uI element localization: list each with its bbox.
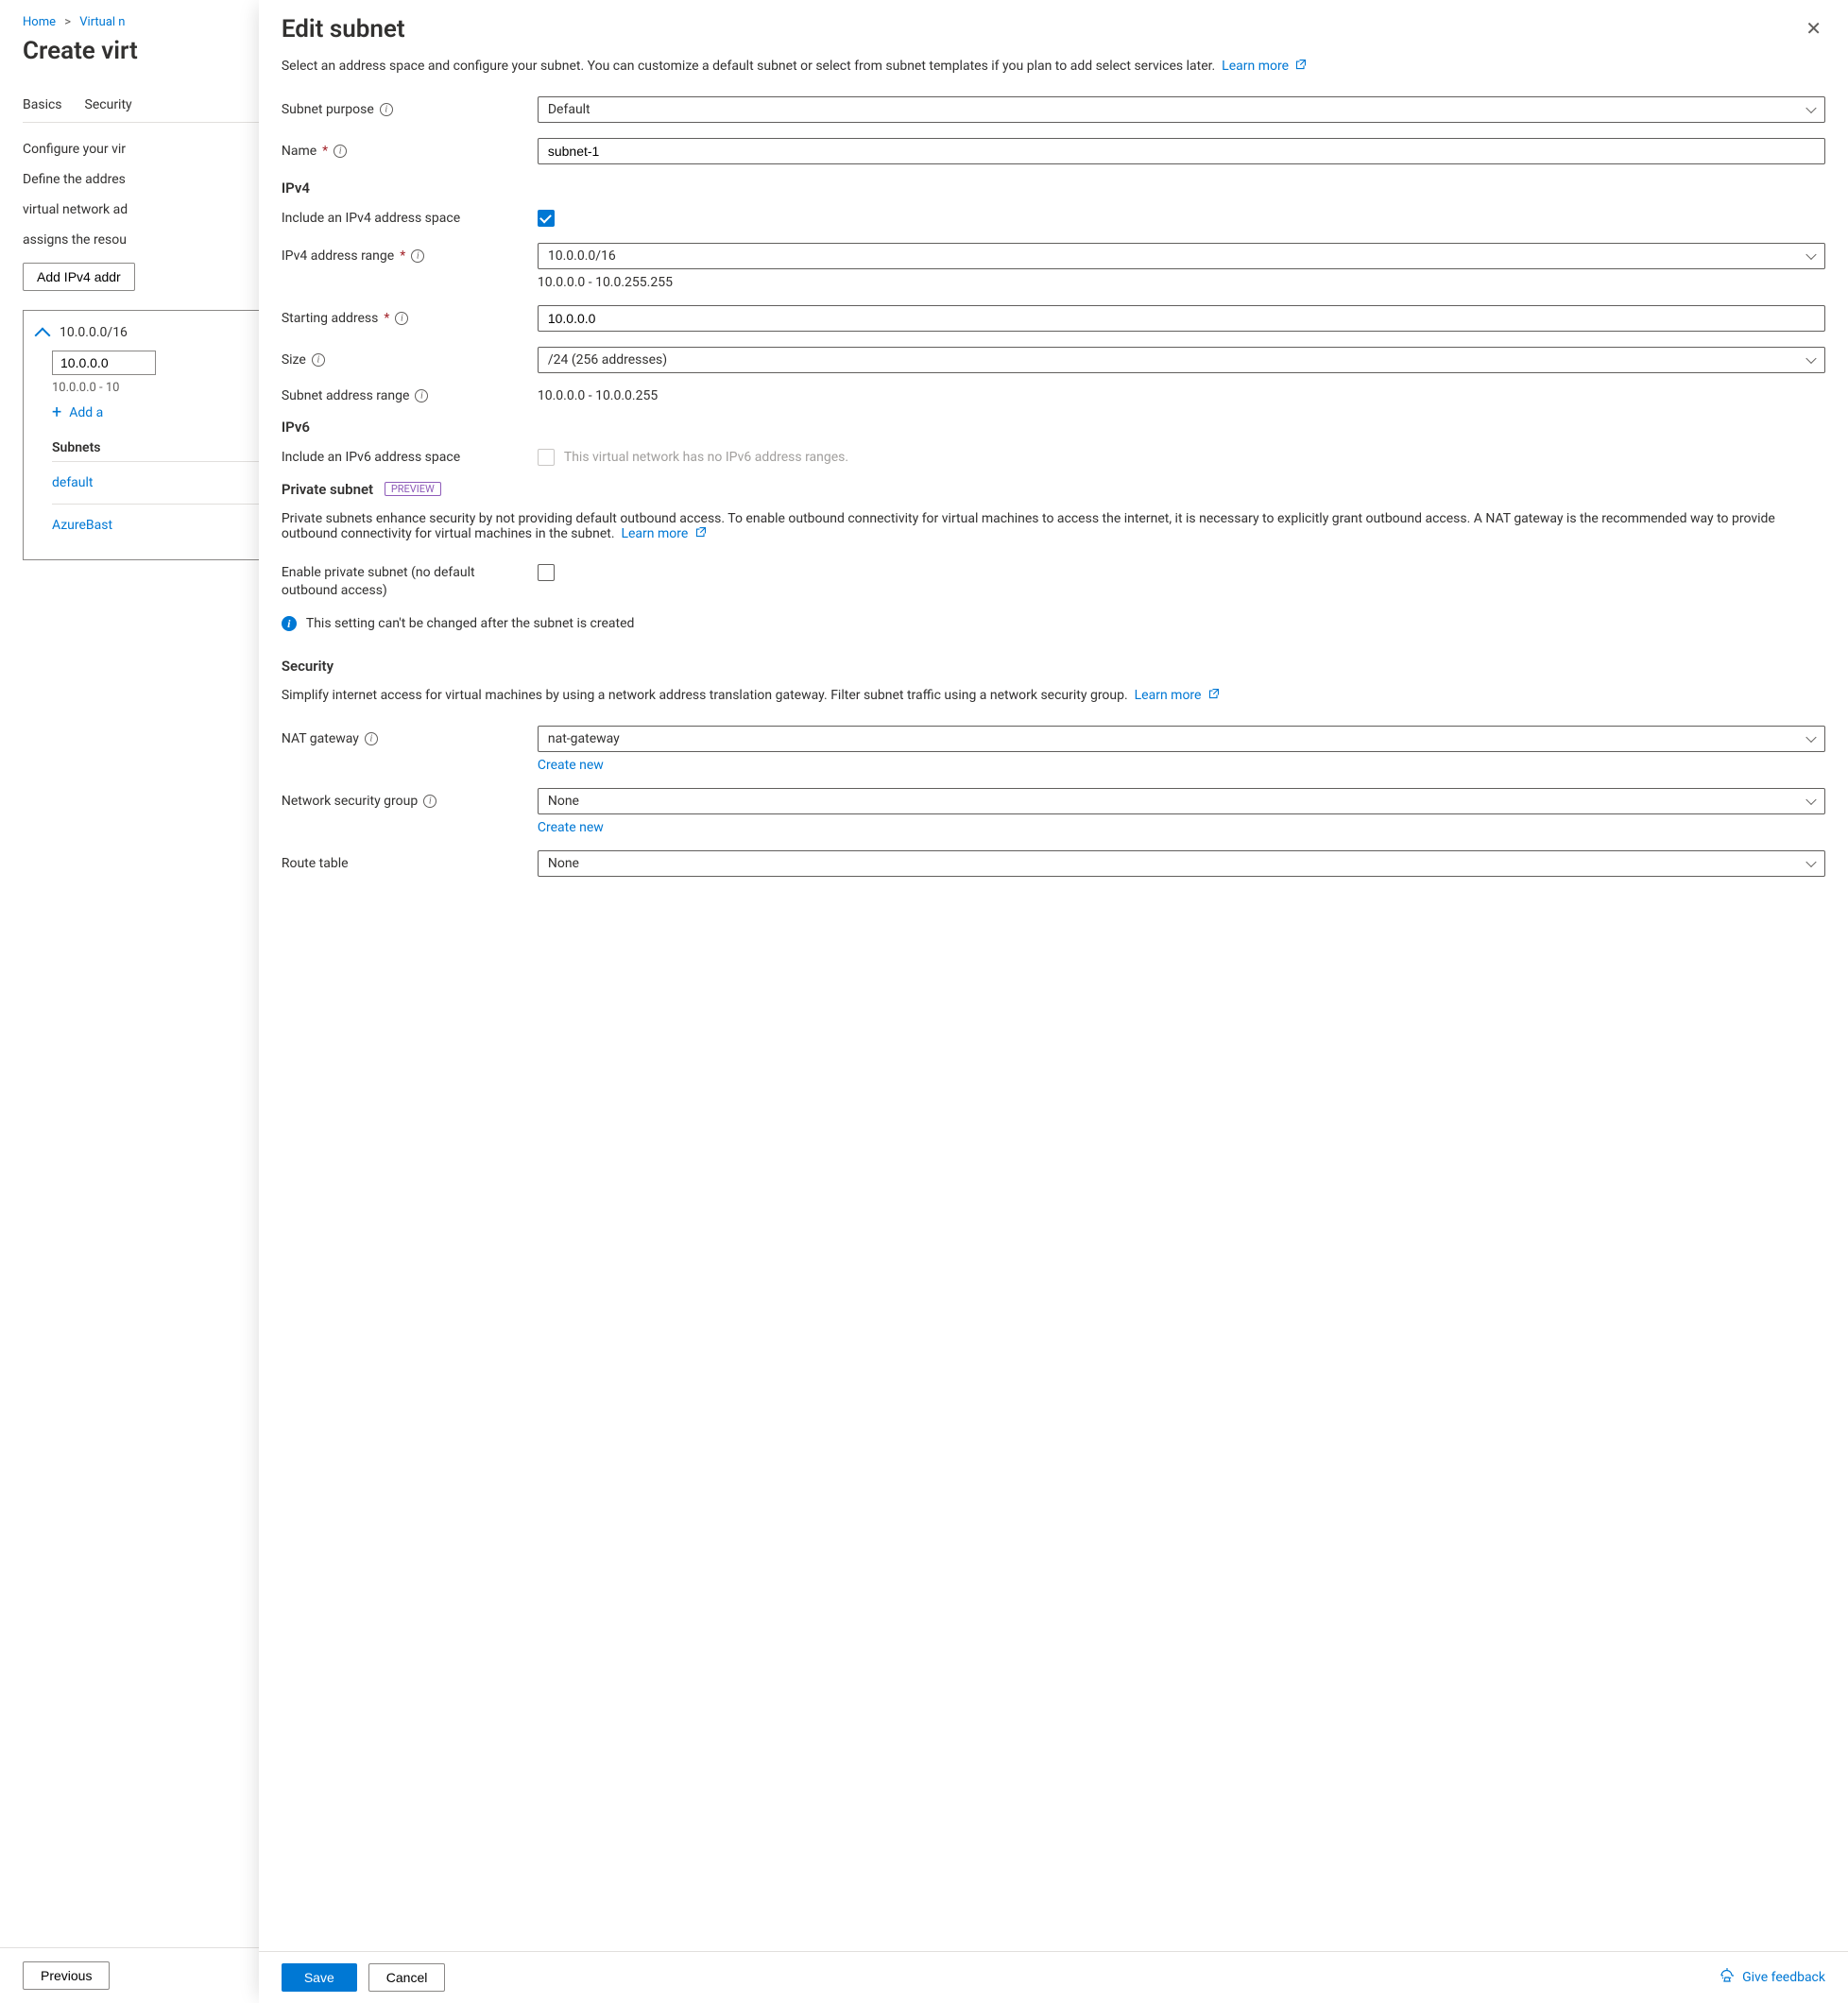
learn-more-link[interactable]: Learn more — [621, 526, 706, 541]
private-subnet-section-title: Private subnet PREVIEW — [282, 481, 1825, 498]
subnet-purpose-select[interactable]: Default — [538, 96, 1825, 123]
include-ipv4-label: Include an IPv4 address space — [282, 211, 460, 226]
info-icon[interactable] — [423, 795, 436, 808]
nat-create-new-link[interactable]: Create new — [538, 758, 604, 773]
enable-private-checkbox[interactable] — [538, 564, 555, 581]
subnet-purpose-label: Subnet purpose — [282, 102, 374, 117]
chevron-down-icon — [1805, 856, 1816, 866]
nsg-select[interactable]: None — [538, 788, 1825, 814]
include-ipv6-label: Include an IPv6 address space — [282, 450, 460, 465]
blade-title: Edit subnet — [282, 15, 405, 43]
info-icon[interactable] — [395, 312, 408, 325]
ipv6-section-title: IPv6 — [282, 419, 1825, 436]
ipv4-range-label: IPv4 address range — [282, 248, 394, 264]
preview-badge: PREVIEW — [385, 482, 441, 496]
breadcrumb-sep: > — [64, 15, 71, 29]
chevron-up-icon[interactable] — [35, 328, 51, 344]
chevron-down-icon — [1805, 794, 1816, 804]
learn-more-link[interactable]: Learn more — [1135, 688, 1220, 703]
name-label: Name — [282, 144, 317, 159]
breadcrumb-home[interactable]: Home — [23, 15, 56, 29]
security-desc: Simplify internet access for virtual mac… — [282, 688, 1825, 703]
info-icon[interactable] — [334, 145, 347, 158]
info-icon[interactable] — [365, 732, 378, 745]
give-feedback-link[interactable]: Give feedback — [1720, 1968, 1825, 1987]
info-icon[interactable] — [312, 353, 325, 367]
edit-subnet-blade: Edit subnet ✕ Select an address space an… — [259, 0, 1848, 2003]
size-label: Size — [282, 352, 306, 368]
chevron-down-icon — [1805, 352, 1816, 363]
close-icon[interactable]: ✕ — [1802, 15, 1825, 42]
blade-footer: Save Cancel Give feedback — [259, 1951, 1848, 2003]
private-info-banner: i This setting can't be changed after th… — [282, 616, 1825, 631]
nsg-label: Network security group — [282, 794, 418, 809]
private-subnet-desc: Private subnets enhance security by not … — [282, 511, 1825, 541]
space-start-input[interactable] — [52, 351, 156, 375]
info-icon[interactable] — [415, 389, 428, 402]
learn-more-link[interactable]: Learn more — [1222, 59, 1307, 74]
plus-icon — [52, 404, 61, 421]
cancel-button[interactable]: Cancel — [368, 1963, 446, 1992]
name-input[interactable] — [538, 138, 1825, 164]
blade-description: Select an address space and configure yo… — [282, 59, 1825, 74]
ipv4-range-select[interactable]: 10.0.0.0/16 — [538, 243, 1825, 269]
route-table-select[interactable]: None — [538, 850, 1825, 877]
breadcrumb-second[interactable]: Virtual n — [79, 15, 125, 29]
add-subnet-label: Add a — [69, 405, 103, 420]
route-table-label: Route table — [282, 856, 349, 871]
megaphone-icon — [1720, 1968, 1735, 1987]
chevron-down-icon — [1805, 731, 1816, 742]
nsg-create-new-link[interactable]: Create new — [538, 820, 604, 835]
info-icon[interactable] — [380, 103, 393, 116]
include-ipv6-checkbox — [538, 449, 555, 466]
info-icon[interactable] — [411, 249, 424, 263]
add-ipv4-space-button[interactable]: Add IPv4 addr — [23, 263, 135, 291]
ipv4-range-hint: 10.0.0.0 - 10.0.255.255 — [538, 275, 1825, 290]
starting-address-label: Starting address — [282, 311, 379, 326]
ipv4-section-title: IPv4 — [282, 180, 1825, 197]
save-button[interactable]: Save — [282, 1963, 357, 1992]
tab-security[interactable]: Security — [85, 88, 132, 122]
subnet-range-value: 10.0.0.0 - 10.0.0.255 — [538, 388, 658, 403]
nat-gateway-label: NAT gateway — [282, 731, 359, 746]
security-section-title: Security — [282, 658, 1825, 675]
tab-basics[interactable]: Basics — [23, 88, 62, 122]
info-solid-icon: i — [282, 616, 297, 631]
external-link-icon — [695, 526, 707, 541]
starting-address-input[interactable] — [538, 305, 1825, 332]
include-ipv6-hint: This virtual network has no IPv6 address… — [564, 450, 848, 465]
chevron-down-icon — [1805, 103, 1816, 113]
external-link-icon — [1208, 688, 1220, 703]
subnet-range-label: Subnet address range — [282, 388, 410, 403]
external-link-icon — [1295, 59, 1307, 74]
chevron-down-icon — [1805, 248, 1816, 259]
private-info-text: This setting can't be changed after the … — [306, 616, 635, 631]
space-cidr: 10.0.0.0/16 — [60, 325, 128, 340]
size-select[interactable]: /24 (256 addresses) — [538, 347, 1825, 373]
enable-private-label: Enable private subnet (no default outbou… — [282, 564, 522, 601]
nat-gateway-select[interactable]: nat-gateway — [538, 726, 1825, 752]
include-ipv4-checkbox[interactable] — [538, 210, 555, 227]
previous-button[interactable]: Previous — [23, 1961, 110, 1990]
